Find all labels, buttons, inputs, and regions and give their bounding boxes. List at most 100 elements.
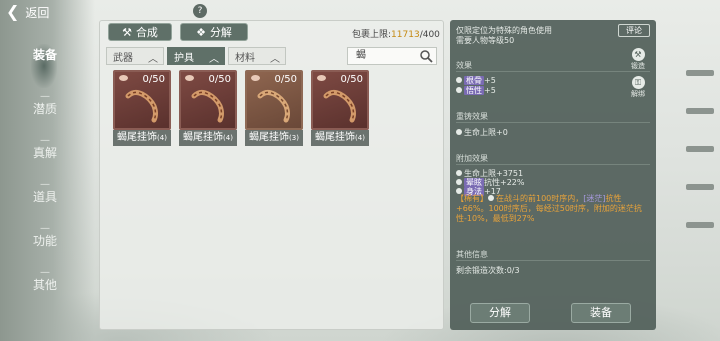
nav-item-true-solution[interactable]: — 真解 bbox=[33, 136, 58, 161]
comment-button[interactable]: 评论 bbox=[618, 24, 650, 37]
item-count: 0/50 bbox=[274, 74, 297, 85]
scorpion-tail-icon bbox=[191, 89, 224, 123]
item-count: 0/50 bbox=[340, 74, 363, 85]
help-icon[interactable]: ? bbox=[193, 4, 207, 18]
item-tier: (4) bbox=[157, 134, 167, 142]
disassemble-action-button[interactable]: 分解 bbox=[470, 303, 530, 323]
scorpion-tail-icon bbox=[125, 89, 158, 123]
forge-button[interactable]: ⚒ 锻造 bbox=[626, 48, 650, 71]
unbind-label: 解绑 bbox=[631, 90, 645, 98]
stat-tag: 悟性 bbox=[464, 86, 484, 95]
filter-label: 护具 bbox=[174, 52, 194, 64]
nav-item-insight[interactable]: — 潜质 bbox=[33, 92, 58, 117]
filter-tab-armor[interactable]: 护具 ︿ bbox=[167, 47, 225, 65]
capacity-current: 11713 bbox=[391, 30, 420, 40]
equip-button[interactable]: 装备 bbox=[571, 303, 631, 323]
stat-icon bbox=[456, 129, 462, 135]
search-icon[interactable] bbox=[419, 49, 433, 63]
rare-effect: 【稀有】 在战斗的前100时序内，[迷茫]抗性+66%。100时序后，每经过50时… bbox=[456, 194, 650, 224]
item-tier: (3) bbox=[289, 134, 299, 142]
item-card[interactable]: 0/50 蝎尾挂饰(4) bbox=[179, 70, 237, 148]
extra-title: 附加效果 bbox=[456, 154, 488, 163]
nav-item-skill[interactable]: — 功能 bbox=[33, 224, 58, 249]
detail-panel: 仅限定位为特殊的角色使用 需要人物等级50 评论 ⚒ 锻造 ⚿ 解绑 效果 根骨… bbox=[450, 20, 656, 330]
stat-icon bbox=[456, 77, 462, 83]
unlock-icon: ⚿ bbox=[631, 76, 645, 89]
back-button[interactable]: ❮ 返回 bbox=[6, 2, 49, 22]
item-card[interactable]: 0/50 蝎尾挂饰(4) bbox=[113, 70, 171, 148]
chevron-up-icon: ︿ bbox=[270, 54, 280, 65]
combine-button[interactable]: ⚒ 合成 bbox=[108, 23, 172, 41]
back-arrow-icon: ❮ bbox=[6, 2, 20, 21]
stat-tag: 根骨 bbox=[464, 76, 484, 85]
item-name-text: 蝎尾挂饰 bbox=[117, 132, 158, 143]
tag-icon bbox=[251, 75, 260, 81]
effect-line: 悟性 +5 bbox=[456, 85, 496, 96]
unbind-button[interactable]: ⚿ 解绑 bbox=[626, 76, 650, 99]
forge-label: 锻造 bbox=[631, 62, 645, 70]
item-frame: 0/50 bbox=[311, 70, 369, 130]
item-tier: (4) bbox=[223, 134, 233, 142]
recast-title: 重铸效果 bbox=[456, 112, 488, 121]
item-name: 蝎尾挂饰(4) bbox=[179, 130, 237, 146]
rare-prefix: 【稀有】 bbox=[456, 194, 488, 203]
item-name: 蝎尾挂饰(4) bbox=[311, 130, 369, 146]
nav-item-equipment[interactable]: 装备 bbox=[33, 48, 57, 62]
item-name-text: 蝎尾挂饰 bbox=[315, 132, 356, 143]
item-name-text: 蝎尾挂饰 bbox=[183, 132, 224, 143]
filter-label: 材料 bbox=[235, 52, 255, 64]
filter-label: 武器 bbox=[113, 52, 133, 64]
item-frame: 0/50 bbox=[113, 70, 171, 130]
hammer-icon: ⚒ bbox=[631, 48, 645, 61]
nav-label: 功能 bbox=[33, 234, 58, 248]
recast-line: 生命上限+0 bbox=[456, 127, 508, 138]
item-name: 蝎尾挂饰(4) bbox=[113, 130, 171, 146]
item-card[interactable]: 0/50 蝎尾挂饰(3) bbox=[245, 70, 303, 148]
inventory-panel: ⚒ 合成 ❖ 分解 包裹上限:11713/400 武器 ︿ 护具 ︿ 材料 ︿ 蝎 0… bbox=[99, 20, 444, 330]
tag-icon bbox=[185, 75, 194, 81]
rare-text: 在战斗的前100时序内， bbox=[496, 194, 584, 203]
search-input[interactable]: 蝎 bbox=[347, 47, 437, 65]
nav-item-items[interactable]: — 道具 bbox=[33, 180, 57, 205]
item-frame: 0/50 bbox=[179, 70, 237, 130]
filter-tab-material[interactable]: 材料 ︿ bbox=[228, 47, 286, 65]
pagoda-scenery bbox=[686, 70, 714, 260]
stat-value: +5 bbox=[484, 76, 496, 85]
capacity-max: /400 bbox=[419, 30, 440, 40]
item-count: 0/50 bbox=[142, 74, 165, 85]
stack-icon: ❖ bbox=[196, 25, 206, 39]
recast-value: 生命上限+0 bbox=[464, 128, 508, 137]
divider bbox=[456, 260, 650, 261]
remaining-forge: 剩余锻造次数:0/3 bbox=[456, 266, 520, 275]
effect-title: 效果 bbox=[456, 61, 472, 70]
divider bbox=[456, 164, 650, 165]
nav-label: 真解 bbox=[33, 146, 58, 160]
search-value: 蝎 bbox=[356, 50, 366, 61]
combine-label: 合成 bbox=[135, 26, 158, 39]
scorpion-tail-icon bbox=[257, 89, 290, 123]
nav-label: 装备 bbox=[33, 48, 58, 62]
rare-tag: [迷茫] bbox=[583, 194, 606, 203]
item-card[interactable]: 0/50 蝎尾挂饰(4) bbox=[311, 70, 369, 148]
item-frame: 0/50 bbox=[245, 70, 303, 130]
filter-tab-weapon[interactable]: 武器 ︿ bbox=[106, 47, 164, 65]
hammer-icon: ⚒ bbox=[122, 25, 132, 39]
stat-icon bbox=[456, 87, 462, 93]
divider bbox=[456, 122, 650, 123]
nav-item-other[interactable]: — 其他 bbox=[33, 268, 57, 293]
tag-icon bbox=[119, 75, 128, 81]
other-title: 其他信息 bbox=[456, 250, 488, 259]
disassemble-button[interactable]: ❖ 分解 bbox=[180, 23, 248, 41]
capacity-label: 包裹上限:11713/400 bbox=[352, 27, 440, 40]
back-label: 返回 bbox=[25, 5, 50, 20]
item-name: 蝎尾挂饰(3) bbox=[245, 130, 303, 146]
capacity-text: 包裹上限: bbox=[352, 30, 392, 40]
item-tier: (4) bbox=[355, 134, 365, 142]
item-count: 0/50 bbox=[208, 74, 231, 85]
stat-value: +5 bbox=[484, 86, 496, 95]
chevron-up-icon: ︿ bbox=[209, 54, 219, 65]
divider bbox=[456, 71, 650, 72]
skull-icon bbox=[488, 195, 494, 201]
nav-label: 潜质 bbox=[33, 102, 58, 116]
disassemble-label: 分解 bbox=[209, 26, 232, 39]
